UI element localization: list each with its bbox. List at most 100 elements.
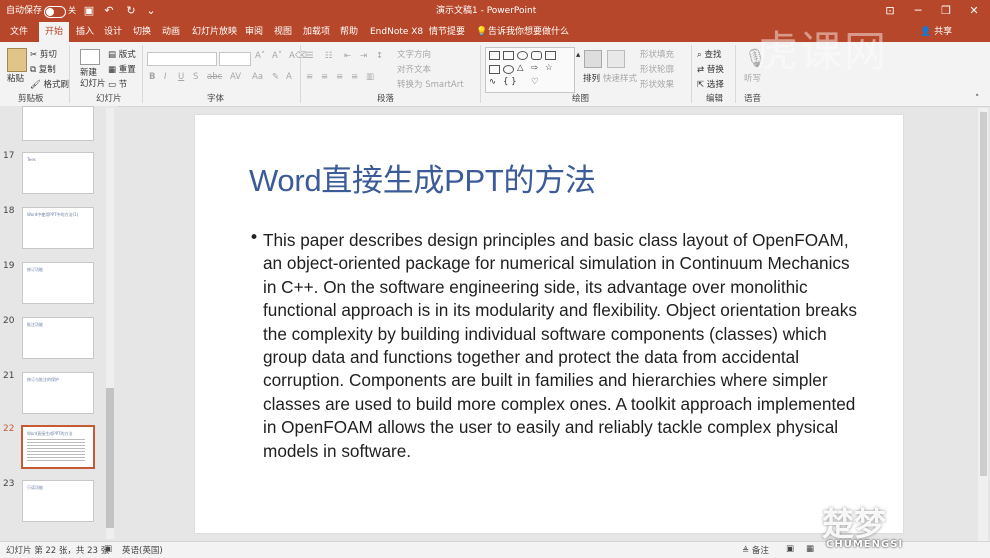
triangle-shape-icon[interactable]: △	[517, 63, 524, 73]
italic-icon[interactable]: I	[164, 72, 167, 82]
undo-icon[interactable]: ↶	[102, 4, 116, 18]
arrange-button[interactable]: 排列	[583, 72, 600, 84]
font-color-icon[interactable]: A	[286, 72, 292, 82]
section-button[interactable]: ▭ 节	[108, 78, 127, 90]
bracket-shape-icon[interactable]: { }	[503, 77, 517, 87]
shape-fill-button[interactable]: 形状填充	[640, 48, 674, 60]
tab-design[interactable]: 设计	[104, 22, 122, 42]
thumbnail-scrollbar-thumb[interactable]	[106, 388, 114, 528]
paste-button[interactable]: 粘贴	[7, 72, 24, 84]
tab-review[interactable]: 审阅	[245, 22, 263, 42]
find-button[interactable]: ⌕ 查找	[697, 48, 721, 60]
slide-thumbnail[interactable]: 批注功能	[22, 317, 94, 359]
layout-button[interactable]: ▤ 版式	[108, 48, 136, 60]
save-icon[interactable]: ▣	[82, 4, 96, 18]
spellcheck-icon[interactable]: ▣	[104, 544, 112, 554]
arrange-icon[interactable]	[584, 50, 602, 68]
tab-help[interactable]: 帮助	[340, 22, 358, 42]
change-case-icon[interactable]: Aa	[252, 72, 263, 82]
shape-effects-button[interactable]: 形状效果	[640, 78, 674, 90]
bold-icon[interactable]: B	[149, 72, 155, 82]
copy-button[interactable]: ⧉ 复制	[30, 63, 56, 75]
shadow-icon[interactable]: S	[193, 72, 198, 82]
minimize-button[interactable]: ─	[904, 0, 932, 22]
slide-thumbnail[interactable]: 修订功能	[22, 262, 94, 304]
curve-shape-icon[interactable]: ∿	[489, 77, 496, 87]
tab-slideshow[interactable]: 幻灯片放映	[192, 22, 237, 42]
tab-file[interactable]: 文件	[10, 22, 28, 42]
highlight-icon[interactable]: ✎	[272, 72, 279, 82]
rectangle-shape-icon[interactable]	[503, 51, 514, 60]
language-indicator[interactable]: 英语(英国)	[122, 544, 163, 556]
numbering-icon[interactable]: ☷	[325, 51, 333, 61]
tell-me-search[interactable]: 告诉我你想要做什么	[488, 22, 569, 42]
slide-thumbnail-selected[interactable]: Word直接生成PPT的方法	[21, 425, 95, 469]
tab-view[interactable]: 视图	[274, 22, 292, 42]
font-size-input[interactable]	[219, 52, 251, 66]
tab-animations[interactable]: 动画	[162, 22, 180, 42]
paste-icon[interactable]	[7, 48, 27, 72]
editor-scrollbar-thumb[interactable]	[980, 112, 987, 476]
notes-button[interactable]: ≜ 备注	[742, 544, 769, 556]
heart-shape-icon[interactable]: ♡	[531, 77, 539, 87]
arrow-shape-icon[interactable]: ⇨	[531, 63, 538, 73]
columns-icon[interactable]: ▥	[366, 72, 374, 82]
customize-quick-access-icon[interactable]: ⌄	[144, 4, 158, 18]
oval-shape-icon[interactable]	[517, 51, 528, 60]
underline-icon[interactable]: U	[178, 72, 184, 82]
share-button[interactable]: 👤 共享	[920, 22, 952, 42]
tab-addins[interactable]: 加载项	[303, 22, 330, 42]
tab-storyboard[interactable]: 情节提要	[429, 22, 465, 42]
justify-icon[interactable]: ≡	[351, 72, 358, 82]
align-text-button[interactable]: 对齐文本	[397, 63, 431, 75]
reset-button[interactable]: ▦ 重置	[108, 63, 136, 75]
tab-transitions[interactable]: 切换	[133, 22, 151, 42]
select-button[interactable]: ⇱ 选择	[697, 78, 724, 90]
close-button[interactable]: ✕	[960, 0, 988, 22]
text-direction-button[interactable]: 文字方向	[397, 48, 431, 60]
new-slide-icon[interactable]	[80, 49, 100, 65]
font-name-input[interactable]	[147, 52, 217, 66]
clear-format-icon[interactable]: A⌫	[289, 51, 307, 61]
slide-thumbnail[interactable]: 修订与批注的保护	[22, 372, 94, 414]
tab-home[interactable]: 开始	[39, 22, 70, 42]
align-center-icon[interactable]: ≡	[321, 72, 328, 82]
collapse-ribbon-icon[interactable]: ˄	[975, 94, 979, 104]
strikethrough-icon[interactable]: abc	[207, 72, 222, 82]
align-right-icon[interactable]: ≡	[336, 72, 343, 82]
line-spacing-icon[interactable]: ↕	[376, 51, 383, 61]
oval-shape-icon[interactable]	[503, 65, 514, 74]
cut-button[interactable]: ✂ 剪切	[30, 48, 57, 60]
line-shape-icon[interactable]	[545, 51, 556, 60]
slide-thumbnail[interactable]: 只读功能	[22, 480, 94, 522]
quick-styles-button[interactable]: 快速样式	[603, 72, 637, 84]
normal-view-icon[interactable]: ▣	[786, 544, 794, 554]
grow-font-icon[interactable]: A˄	[255, 51, 265, 61]
restore-button[interactable]: ❐	[932, 0, 960, 22]
redo-icon[interactable]: ↻	[124, 4, 138, 18]
format-painter-button[interactable]: 🖌 格式刷	[30, 78, 69, 90]
rectangle-shape-icon[interactable]	[489, 65, 500, 74]
shape-outline-button[interactable]: 形状轮廓	[640, 63, 674, 75]
tab-insert[interactable]: 插入	[76, 22, 94, 42]
decrease-indent-icon[interactable]: ⇤	[344, 51, 351, 61]
smartart-button[interactable]: 转换为 SmartArt	[397, 78, 464, 90]
slide-thumbnail-16[interactable]	[22, 106, 94, 141]
tab-endnote[interactable]: EndNote X8	[370, 22, 423, 42]
textbox-shape-icon[interactable]	[489, 51, 500, 60]
gallery-scroll-icon[interactable]: ▴	[576, 50, 580, 60]
bullets-icon[interactable]: ☰	[306, 51, 314, 61]
slide-title[interactable]: Word直接生成PPT的方法	[249, 155, 596, 200]
increase-indent-icon[interactable]: ⇥	[360, 51, 367, 61]
autosave-toggle[interactable]	[44, 6, 66, 18]
star-shape-icon[interactable]: ☆	[545, 63, 553, 73]
shrink-font-icon[interactable]: A˅	[272, 51, 282, 61]
slide-thumbnail[interactable]: Word中使用PPT中的方法(1)	[22, 207, 94, 249]
slide-canvas[interactable]: Word直接生成PPT的方法 • This paper describes de…	[195, 115, 903, 533]
char-spacing-icon[interactable]: AV	[230, 72, 241, 82]
align-left-icon[interactable]: ≡	[306, 72, 313, 82]
rounded-rect-shape-icon[interactable]	[531, 51, 542, 60]
new-slide-button[interactable]: 新建 幻灯片	[80, 68, 106, 90]
slide-thumbnail[interactable]: Tees	[22, 152, 94, 194]
replace-button[interactable]: ⇄ 替换	[697, 63, 724, 75]
